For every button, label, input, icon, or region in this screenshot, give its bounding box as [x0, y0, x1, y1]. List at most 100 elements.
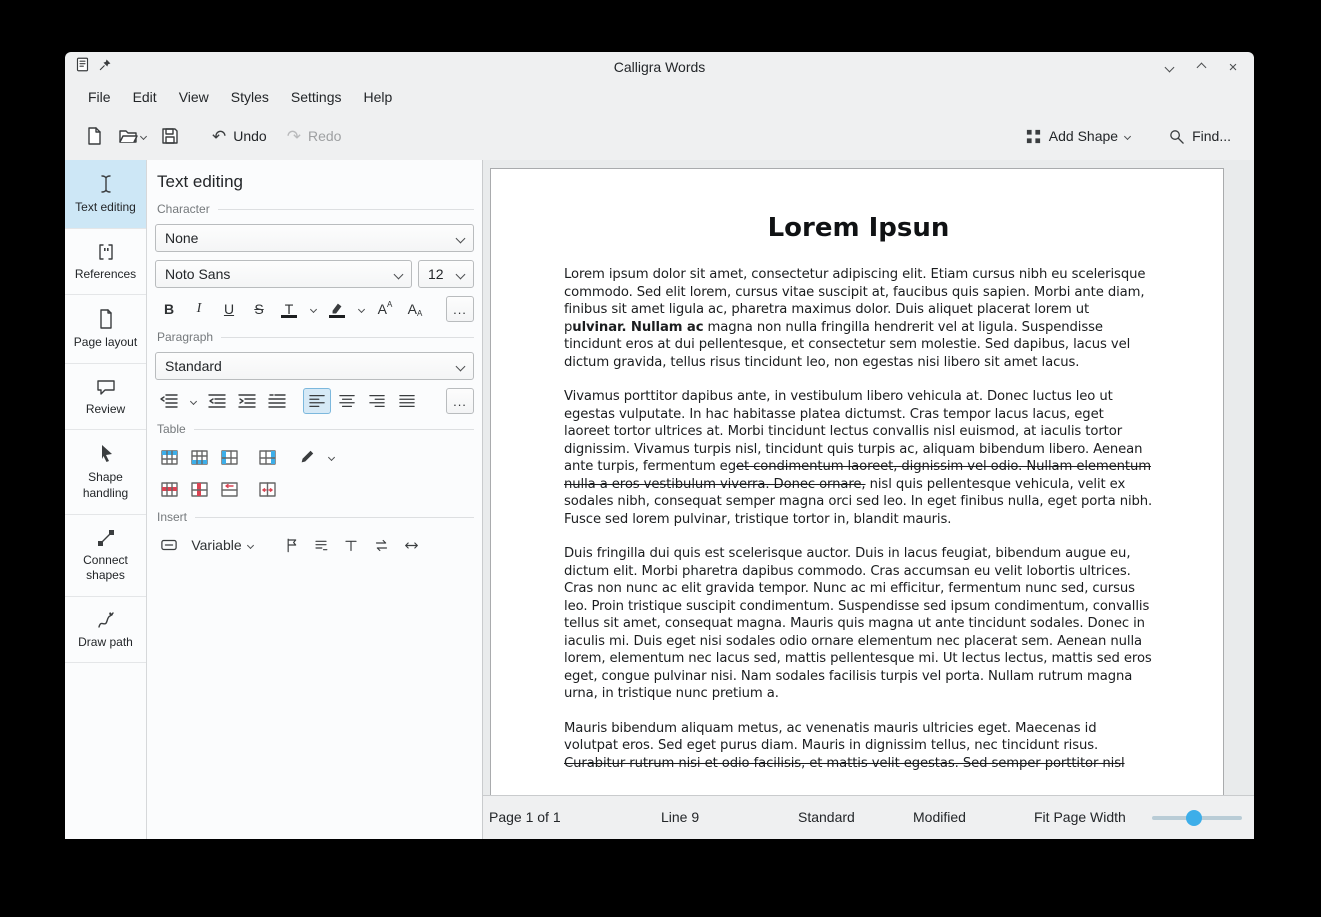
redo-button[interactable]: ↷ Redo	[278, 120, 351, 152]
sidebar-item-page-layout[interactable]: Page layout	[65, 295, 146, 364]
minimize-button[interactable]	[1160, 58, 1178, 76]
delete-row-button[interactable]	[155, 476, 183, 502]
bold-button[interactable]: B	[155, 296, 183, 322]
sidebar-item-review[interactable]: Review	[65, 364, 146, 431]
find-button[interactable]: Find...	[1159, 120, 1240, 152]
first-line-indent-button[interactable]	[263, 388, 291, 414]
insert-text-icon	[343, 538, 359, 553]
highlight-color-button[interactable]	[323, 296, 351, 322]
chevron-up-icon	[1196, 62, 1206, 72]
insert-column-left-button[interactable]	[215, 444, 243, 470]
merge-cells-icon	[221, 482, 238, 497]
sidebar-item-draw-path[interactable]: Draw path	[65, 597, 146, 664]
sidebar-item-references[interactable]: References	[65, 229, 146, 296]
text-run: Mauris bibendum aliquam metus, ac venena…	[564, 721, 1098, 754]
sidebar-item-label: Page layout	[72, 335, 140, 351]
text-direction-icon	[160, 394, 178, 408]
sidebar-item-label: Review	[72, 402, 140, 418]
chevron-down-icon	[309, 305, 316, 312]
font-family-select[interactable]: Noto Sans	[155, 260, 412, 288]
font-color-button[interactable]: T	[275, 296, 303, 322]
align-right-button[interactable]	[363, 388, 391, 414]
text-direction-dropdown[interactable]	[185, 388, 201, 414]
zoom-slider-handle[interactable]	[1186, 810, 1202, 826]
document-paragraph[interactable]: Mauris bibendum aliquam metus, ac venena…	[564, 720, 1153, 773]
maximize-button[interactable]	[1192, 58, 1210, 76]
replace-text-button[interactable]	[367, 532, 395, 558]
character-format-row: B I U S T AA AA	[155, 296, 474, 322]
variable-icon	[161, 538, 177, 552]
document-paragraph[interactable]: Duis fringilla dui quis est scelerisque …	[564, 545, 1153, 703]
insert-row-below-button[interactable]	[185, 444, 213, 470]
table-border-pen-dropdown[interactable]	[323, 444, 339, 470]
menu-file[interactable]: File	[77, 85, 122, 109]
align-center-button[interactable]	[333, 388, 361, 414]
tool-options-panel: Text editing Character None Noto Sans 12…	[147, 160, 483, 839]
indent-decrease-button[interactable]	[203, 388, 231, 414]
add-shape-button[interactable]: Add Shape	[1016, 120, 1139, 152]
document-page[interactable]: Lorem Ipsun Lorem ipsum dolor sit amet, …	[490, 168, 1224, 795]
zoom-mode-button[interactable]: Fit Page Width	[1034, 809, 1126, 825]
titlebar[interactable]: Calligra Words ×	[65, 52, 1254, 82]
font-family-value: Noto Sans	[165, 266, 230, 282]
variable-dropdown-button[interactable]: Variable	[185, 532, 259, 558]
insert-frame-button[interactable]	[397, 532, 425, 558]
table-border-pen-button[interactable]	[293, 444, 321, 470]
insert-variable-button[interactable]	[155, 532, 183, 558]
menu-view[interactable]: View	[168, 85, 220, 109]
undo-button[interactable]: ↶ Undo	[203, 120, 276, 152]
first-line-indent-icon	[268, 394, 286, 408]
new-document-button[interactable]	[79, 120, 109, 152]
highlight-color-dropdown[interactable]	[353, 296, 369, 322]
open-document-button[interactable]	[111, 120, 153, 152]
document-paragraph[interactable]: Lorem ipsum dolor sit amet, consectetur …	[564, 266, 1153, 371]
paragraph-style-select[interactable]: Standard	[155, 352, 474, 380]
sidebar-item-shape-handling[interactable]: Shape handling	[65, 430, 146, 514]
font-color-dropdown[interactable]	[305, 296, 321, 322]
close-icon: ×	[1229, 59, 1238, 76]
chevron-down-icon	[394, 269, 404, 279]
underline-button[interactable]: U	[215, 296, 243, 322]
more-paragraph-options-button[interactable]: ...	[446, 388, 474, 414]
sidebar-item-connect-shapes[interactable]: Connect shapes	[65, 515, 146, 597]
strikethrough-button[interactable]: S	[245, 296, 273, 322]
add-shape-icon	[1025, 128, 1042, 145]
merge-cells-button[interactable]	[215, 476, 243, 502]
indent-increase-button[interactable]	[233, 388, 261, 414]
chevron-down-icon	[456, 269, 466, 279]
more-character-options-button[interactable]: ...	[446, 296, 474, 322]
zoom-slider[interactable]	[1152, 816, 1242, 820]
menu-settings[interactable]: Settings	[280, 85, 353, 109]
footnote-button[interactable]	[307, 532, 335, 558]
align-center-icon	[339, 394, 355, 408]
menu-styles[interactable]: Styles	[220, 85, 280, 109]
close-button[interactable]: ×	[1224, 58, 1242, 76]
menu-edit[interactable]: Edit	[122, 85, 168, 109]
align-left-button[interactable]	[303, 388, 331, 414]
delete-row-icon	[161, 482, 178, 497]
sidebar-item-text-editing[interactable]: Text editing	[65, 160, 146, 229]
indent-decrease-icon	[208, 394, 226, 408]
insert-row-above-button[interactable]	[155, 444, 183, 470]
subscript-button[interactable]: AA	[401, 296, 429, 322]
split-cells-icon	[259, 482, 276, 497]
character-style-select[interactable]: None	[155, 224, 474, 252]
bookmark-button[interactable]	[277, 532, 305, 558]
align-justify-button[interactable]	[393, 388, 421, 414]
insert-row: Variable	[155, 532, 474, 558]
font-size-select[interactable]: 12	[418, 260, 474, 288]
font-size-value: 12	[428, 266, 444, 282]
split-cells-button[interactable]	[253, 476, 281, 502]
menu-help[interactable]: Help	[353, 85, 404, 109]
references-icon	[96, 242, 116, 262]
delete-column-button[interactable]	[185, 476, 213, 502]
save-button[interactable]	[155, 120, 185, 152]
document-paragraph[interactable]: Vivamus porttitor dapibus ante, in vesti…	[564, 388, 1153, 528]
italic-button[interactable]: I	[185, 296, 213, 322]
insert-column-right-button[interactable]	[253, 444, 281, 470]
document-title[interactable]: Lorem Ipsun	[564, 213, 1153, 243]
insert-text-button[interactable]	[337, 532, 365, 558]
text-direction-button[interactable]	[155, 388, 183, 414]
statusbar: Page 1 of 1 Line 9 Standard Modified Fit…	[483, 795, 1254, 839]
superscript-button[interactable]: AA	[371, 296, 399, 322]
